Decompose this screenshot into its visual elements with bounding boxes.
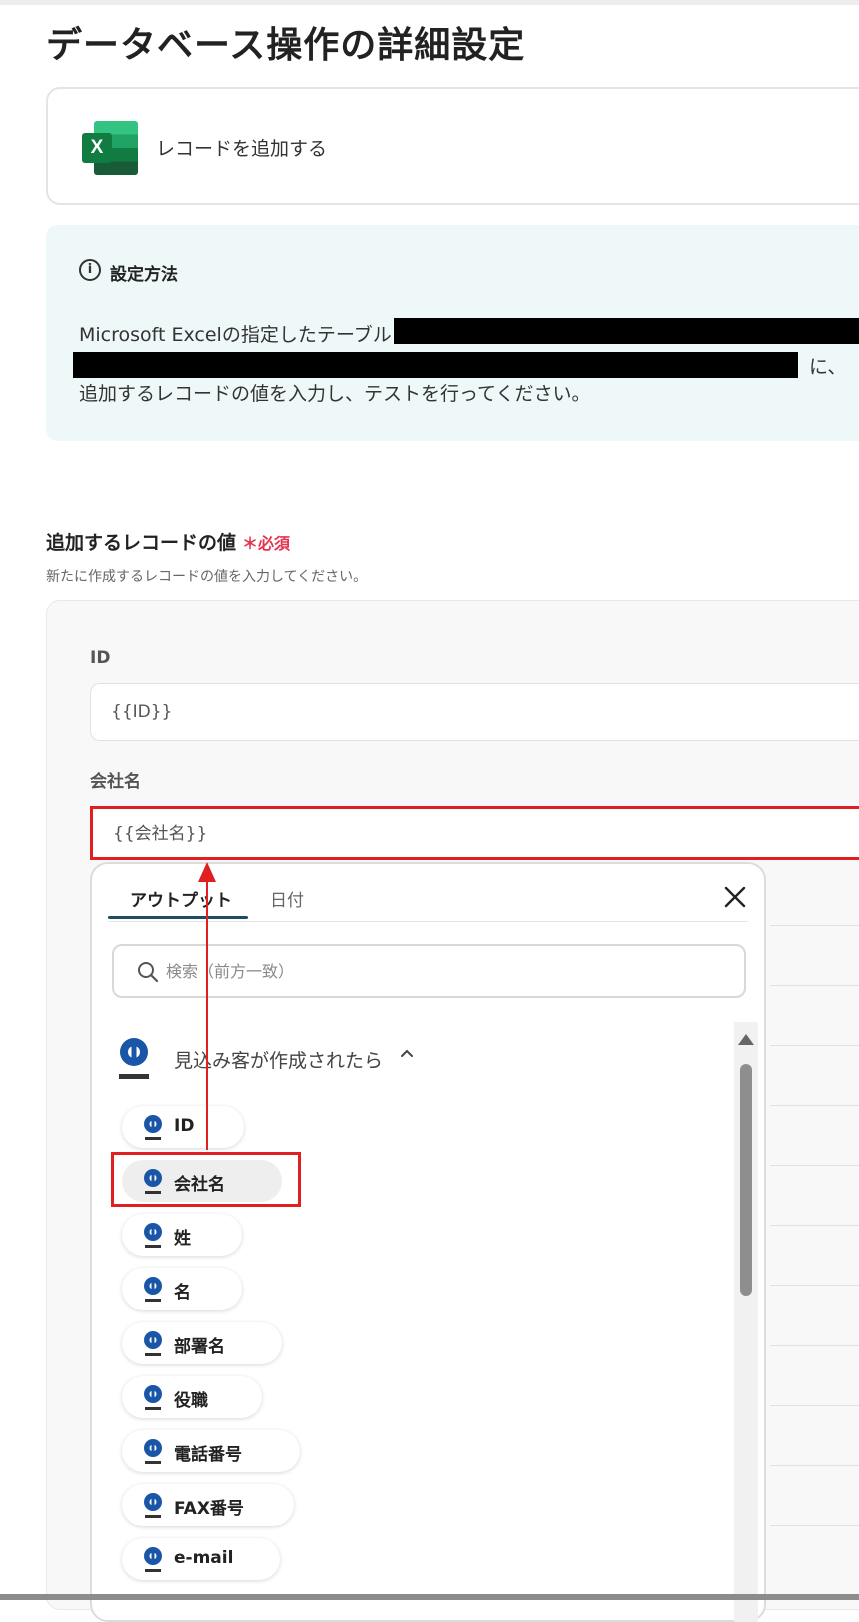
selected-chip-highlight	[111, 1152, 301, 1207]
scrollbar-thumb[interactable]	[740, 1064, 752, 1296]
divider	[770, 1105, 859, 1106]
bottom-bar	[0, 1594, 859, 1600]
info-box: i 設定方法 Microsoft Excelの指定したテーブル（ に、 追加する…	[46, 225, 859, 441]
geniee-icon	[144, 1115, 162, 1140]
geniee-icon	[144, 1331, 162, 1356]
divider	[770, 1165, 859, 1166]
chip-email[interactable]: e-mail	[122, 1538, 280, 1580]
id-input[interactable]: {{ID}}	[90, 683, 859, 741]
page-title: データベース操作の詳細設定	[46, 25, 526, 66]
scroll-up-arrow-icon[interactable]	[738, 1034, 754, 1045]
geniee-icon	[144, 1493, 162, 1518]
geniee-icon	[144, 1439, 162, 1464]
divider	[770, 1345, 859, 1346]
geniee-icon	[144, 1547, 162, 1572]
company-name-input[interactable]: {{会社名}}	[90, 806, 859, 860]
info-line-2-suffix: に、	[809, 356, 847, 378]
chip-fax[interactable]: FAX番号	[122, 1484, 294, 1526]
info-icon: i	[79, 259, 101, 281]
chip-id[interactable]: ID	[122, 1106, 244, 1148]
divider	[770, 1045, 859, 1046]
chip-position[interactable]: 役職	[122, 1376, 262, 1418]
chip-department[interactable]: 部署名	[122, 1322, 282, 1364]
excel-icon: X	[82, 121, 138, 175]
search-icon	[138, 962, 159, 983]
geniee-icon	[144, 1385, 162, 1410]
tab-date[interactable]: 日付	[270, 886, 304, 911]
close-button[interactable]	[720, 882, 750, 912]
chip-first-name[interactable]: 名	[122, 1268, 242, 1310]
active-tab-indicator	[108, 916, 248, 919]
geniee-logo-icon	[119, 1038, 149, 1079]
tab-output[interactable]: アウトプット	[130, 886, 232, 911]
chip-phone[interactable]: 電話番号	[122, 1430, 300, 1472]
info-line-3: 追加するレコードの値を入力し、テストを行ってください。	[79, 383, 591, 405]
divider	[770, 1225, 859, 1226]
search-box	[112, 944, 746, 998]
divider	[770, 925, 859, 926]
top-bar	[0, 0, 859, 5]
divider	[770, 985, 859, 986]
group-header-lead-created[interactable]: 見込み客が作成されたら	[116, 1036, 436, 1086]
redacted-block	[394, 318, 859, 344]
geniee-icon	[144, 1223, 162, 1248]
divider	[770, 1465, 859, 1466]
field-label-id: ID	[90, 648, 111, 668]
close-icon	[724, 886, 746, 908]
group-title: 見込み客が作成されたら	[174, 1050, 384, 1072]
search-input[interactable]	[166, 954, 726, 988]
variable-picker-popup: アウトプット 日付 見込み客が作成されたら ID 会社名	[90, 862, 766, 1622]
scrollbar[interactable]	[734, 1022, 758, 1622]
geniee-icon	[144, 1277, 162, 1302]
record-section-hint: 新たに作成するレコードの値を入力してください。	[46, 569, 368, 585]
redacted-block	[73, 352, 798, 378]
record-section-label: 追加するレコードの値 ＊必須	[46, 532, 291, 554]
chevron-up-icon	[401, 1049, 413, 1057]
divider	[770, 1405, 859, 1406]
divider	[770, 1285, 859, 1286]
tab-divider	[108, 921, 748, 922]
required-badge: ＊必須	[242, 534, 291, 553]
field-label-company: 会社名	[90, 772, 141, 792]
info-line-1: Microsoft Excelの指定したテーブル（	[79, 324, 411, 346]
chip-last-name[interactable]: 姓	[122, 1214, 242, 1256]
action-card[interactable]: X レコードを追加する	[46, 87, 859, 205]
action-label: レコードを追加する	[156, 138, 328, 160]
info-title: 設定方法	[110, 265, 178, 285]
divider	[770, 1525, 859, 1526]
